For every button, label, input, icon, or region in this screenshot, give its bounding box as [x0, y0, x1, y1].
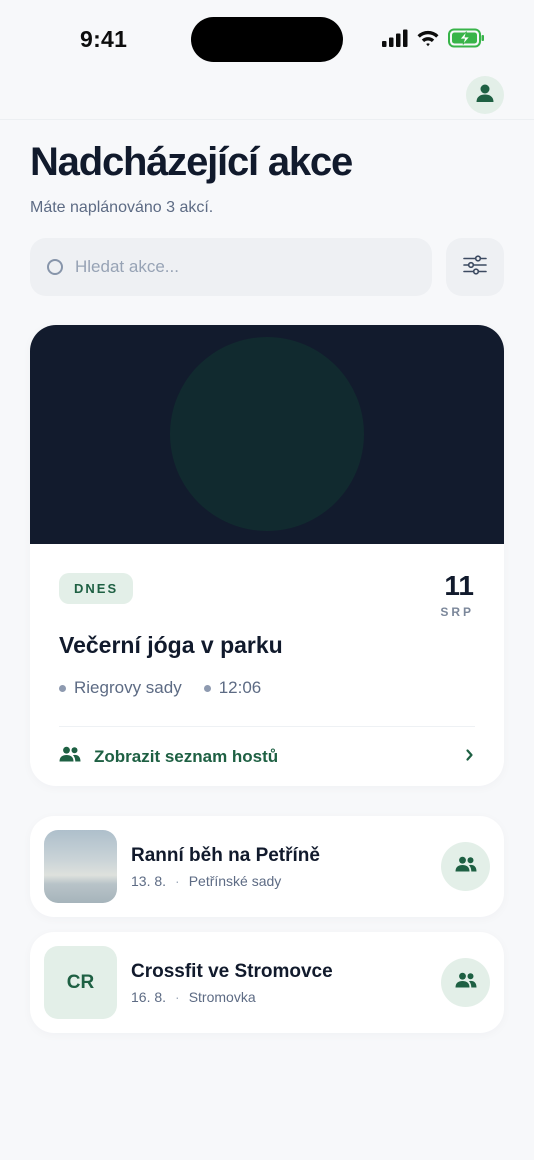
event-item-title: Ranní běh na Petříně [131, 845, 320, 866]
event-item-title: Crossfit ve Stromovce [131, 961, 333, 982]
event-title: Večerní jóga v parku [59, 632, 283, 658]
guests-icon [455, 972, 477, 993]
dynamic-island [191, 17, 343, 62]
event-hero-image [30, 325, 504, 544]
guest-list-link[interactable]: Zobrazit seznam hostů [59, 727, 475, 786]
event-item-date: 16. 8. [131, 989, 167, 1005]
user-icon [475, 83, 495, 108]
guests-icon [455, 856, 477, 877]
guests-icon [59, 746, 81, 767]
filter-button[interactable] [446, 238, 504, 296]
profile-button[interactable] [466, 76, 504, 114]
event-date-month: SRP [440, 605, 474, 619]
today-badge: DNES [59, 573, 134, 604]
event-meta: Riegrovy sady 12:06 [59, 678, 261, 698]
search-bar[interactable] [30, 238, 432, 296]
event-item-date: 13. 8. [131, 873, 167, 889]
wifi-icon [416, 29, 440, 52]
event-list-item[interactable]: Ranní běh na Petříně 13. 8. · Petřínské … [30, 816, 504, 917]
status-bar: 9:41 [0, 0, 534, 78]
battery-icon [448, 28, 486, 53]
page-subtitle: Máte naplánováno 3 akcí. [30, 199, 214, 216]
meta-separator: · [175, 873, 180, 889]
event-item-location: Stromovka [188, 989, 256, 1005]
event-location: Riegrovy sady [74, 678, 182, 697]
signal-icon [382, 29, 408, 52]
event-list-item[interactable]: CR Crossfit ve Stromovce 16. 8. · Stromo… [30, 932, 504, 1033]
chevron-right-icon [465, 747, 475, 768]
search-icon [47, 259, 63, 275]
hero-decoration [170, 337, 364, 531]
featured-event-card[interactable]: DNES 11 SRP Večerní jóga v parku Riegrov… [30, 325, 504, 786]
status-icons [382, 28, 486, 53]
event-item-meta: 13. 8. · Petřínské sady [131, 873, 281, 889]
event-time: 12:06 [218, 678, 262, 697]
location-dot-icon [59, 684, 66, 692]
filter-sliders-icon [463, 254, 487, 280]
header-divider [0, 119, 534, 120]
event-guests-button[interactable] [441, 842, 490, 891]
event-date-day: 11 [444, 570, 474, 601]
time-dot-icon [203, 684, 211, 692]
event-item-location: Petřínské sady [188, 873, 282, 889]
status-time: 9:41 [80, 26, 128, 52]
meta-separator: · [175, 989, 180, 1005]
event-initials-avatar: CR [44, 946, 117, 1019]
event-thumbnail [44, 830, 117, 903]
event-item-meta: 16. 8. · Stromovka [131, 989, 256, 1005]
search-input[interactable] [75, 257, 405, 277]
page-title: Nadcházející akce [30, 140, 353, 184]
event-guests-button[interactable] [441, 958, 490, 1007]
guest-list-label: Zobrazit seznam hostů [94, 746, 279, 766]
